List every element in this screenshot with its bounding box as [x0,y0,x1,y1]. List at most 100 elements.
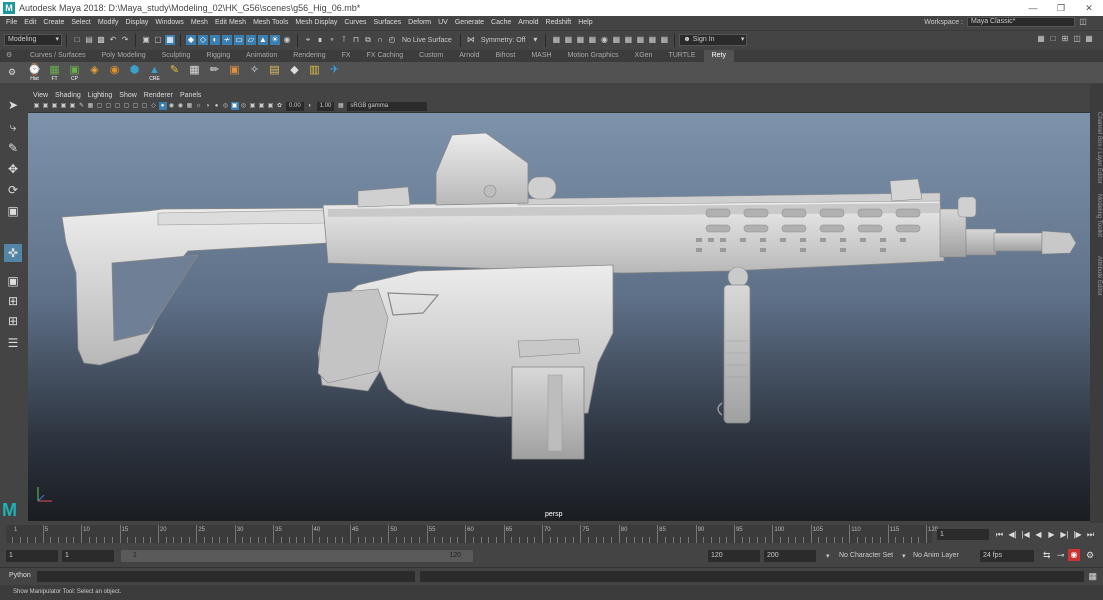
shelf-tab[interactable]: Sculpting [154,50,199,62]
panel-menu-item[interactable]: View [33,92,48,99]
live-surface-label[interactable]: No Live Surface [402,37,452,44]
symmetry-dropdown[interactable]: Symmetry: Off [481,37,526,44]
attribute-editor-tab[interactable]: Attribute Editor [1096,256,1102,296]
mask-render-icon[interactable]: ☀ [270,35,280,45]
shadows-icon[interactable]: ◑ [204,102,212,110]
shelf-button[interactable]: ⌚ Hist [26,64,43,82]
fps-dropdown[interactable]: 24 fps [980,550,1034,562]
shelf-button[interactable]: ▤ [266,64,283,81]
menu-item[interactable]: Deform [408,19,431,26]
animation-start-field[interactable]: 1 [6,550,58,562]
panel-menu-item[interactable]: Renderer [144,92,173,99]
channel-box-tab[interactable]: Channel Box / Layer Editor [1096,112,1102,184]
mask-joint-icon[interactable]: ◐ [210,35,220,45]
show-manipulator-tool-icon[interactable]: ✜ [4,244,22,262]
shelf-gear-icon[interactable]: ⚙ [6,50,12,62]
shelf-tab[interactable]: Custom [411,50,451,62]
close-icon[interactable]: ✕ [1075,0,1103,16]
shelf-button[interactable]: ⬢ [126,64,143,81]
mask-surface-icon[interactable]: ▭ [234,35,244,45]
shelf-button[interactable]: ◈ [86,64,103,81]
2d-pan-icon[interactable]: ▣ [69,102,77,110]
graph-view-icon[interactable]: ▦ [1084,34,1094,44]
mask-deform-icon[interactable]: ▱ [246,35,256,45]
menu-item[interactable]: Create [43,19,64,26]
outliner-icon[interactable]: ☰ [4,334,22,352]
move-tool-icon[interactable]: ✥ [4,160,22,178]
film-gate-icon[interactable]: ▢ [96,102,104,110]
time-ruler[interactable]: 1 5 10 15 20 25 30 35 40 45 50 55 60 65 70 75 80 85 90 95 10… [6,525,938,543]
motion-blur-icon[interactable]: ◎ [222,102,230,110]
mask-curve-icon[interactable]: ≁ [222,35,232,45]
scale-tool-icon[interactable]: ▣ [4,202,22,220]
step-back-frame-icon[interactable]: |◀ [1019,529,1032,540]
menu-item[interactable]: Surfaces [374,19,402,26]
step-forward-frame-icon[interactable]: ▶| [1058,529,1071,540]
mask-misc-icon[interactable]: ◉ [282,35,292,45]
grease-pencil-icon[interactable]: ✎ [78,102,86,110]
make-live-icon[interactable]: ⧉ [363,35,373,45]
resolution-gate-icon[interactable]: ▢ [105,102,113,110]
menu-item[interactable]: Select [71,19,90,26]
four-view-layout-icon[interactable]: ⊞ [4,292,22,310]
shelf-button[interactable]: ▲ CRE [146,64,163,82]
lights-icon[interactable]: ☼ [195,102,203,110]
menu-item[interactable]: Mesh Display [295,19,337,26]
shelf-tab[interactable]: Curves / Surfaces [22,50,94,62]
key-icon[interactable]: ⊸ [1057,550,1065,561]
menu-item[interactable]: Generate [455,19,484,26]
redo-icon[interactable]: ↷ [120,35,130,45]
select-component-icon[interactable]: ▦ [165,35,175,45]
multisample-aa-icon[interactable]: ▣ [230,102,239,110]
shelf-tab[interactable]: TURTLE [660,50,703,62]
shelf-button[interactable]: ▣ CP [66,64,83,82]
auto-key-icon[interactable]: ◉ [1068,549,1080,561]
xray-joints-icon[interactable]: ▣ [267,102,275,110]
paint-select-tool-icon[interactable]: ✎ [4,139,22,157]
preferences-icon[interactable]: ⚙ [1086,550,1094,561]
menu-item[interactable]: UV [438,19,448,26]
command-language-label[interactable]: Python [9,572,31,579]
modeling-toolkit-toggle-icon[interactable]: ▦ [623,35,633,45]
exposure-field[interactable]: 0.00 [286,101,304,111]
textured-icon[interactable]: ▦ [186,102,194,110]
panel-menu-item[interactable]: Lighting [88,92,113,99]
shelf-button[interactable]: ▥ [306,64,323,81]
open-scene-icon[interactable]: ▤ [84,35,94,45]
menu-item[interactable]: Arnold [518,19,538,26]
mask-all-icon[interactable]: ◆ [186,35,196,45]
menu-item[interactable]: Cache [491,19,511,26]
attribute-editor-toggle-icon[interactable]: ▦ [635,35,645,45]
shelf-tab[interactable]: FX Caching [359,50,412,62]
camera-attr-icon[interactable]: ▣ [42,102,50,110]
history-icon[interactable]: ◴ [387,35,397,45]
color-management-icon[interactable]: ▦ [337,102,345,110]
minimize-icon[interactable]: — [1019,0,1047,16]
menu-item[interactable]: File [6,19,17,26]
script-editor-icon[interactable]: ▦ [1088,571,1097,582]
field-chart-icon[interactable]: ▢ [123,102,131,110]
isolate-select-icon[interactable]: ▣ [249,102,257,110]
shelf-tab[interactable]: Rety [703,50,734,62]
workspace-dropdown[interactable]: Maya Classic* [967,17,1075,27]
shelf-tab[interactable]: Animation [238,50,285,62]
persp-outliner-layout-icon[interactable]: ⊞ [4,312,22,330]
menu-item[interactable]: Curves [344,19,366,26]
shelf-tab[interactable]: Rigging [198,50,238,62]
rotate-tool-icon[interactable]: ⟳ [4,181,22,199]
play-backwards-icon[interactable]: ◀ [1032,529,1045,540]
menu-item[interactable]: Redshift [546,19,572,26]
mask-handle-icon[interactable]: ◇ [198,35,208,45]
gamma-field[interactable]: 1.00 [316,101,335,111]
playback-start-field[interactable]: 1 [62,550,114,562]
modeling-toolkit-tab[interactable]: Modeling Toolkit [1096,194,1102,237]
panel-menu-item[interactable]: Panels [180,92,201,99]
go-to-end-icon[interactable]: ⏭ [1084,529,1097,540]
restore-icon[interactable]: ❐ [1047,0,1075,16]
shelf-button[interactable]: ▦ [186,64,203,81]
mask-dynamic-icon[interactable]: ▲ [258,35,268,45]
shelf-button[interactable]: ▦ FT [46,64,63,82]
menu-item[interactable]: Modify [98,19,119,26]
shelf-tab[interactable]: Arnold [451,50,487,62]
image-plane-icon[interactable]: ▣ [60,102,68,110]
